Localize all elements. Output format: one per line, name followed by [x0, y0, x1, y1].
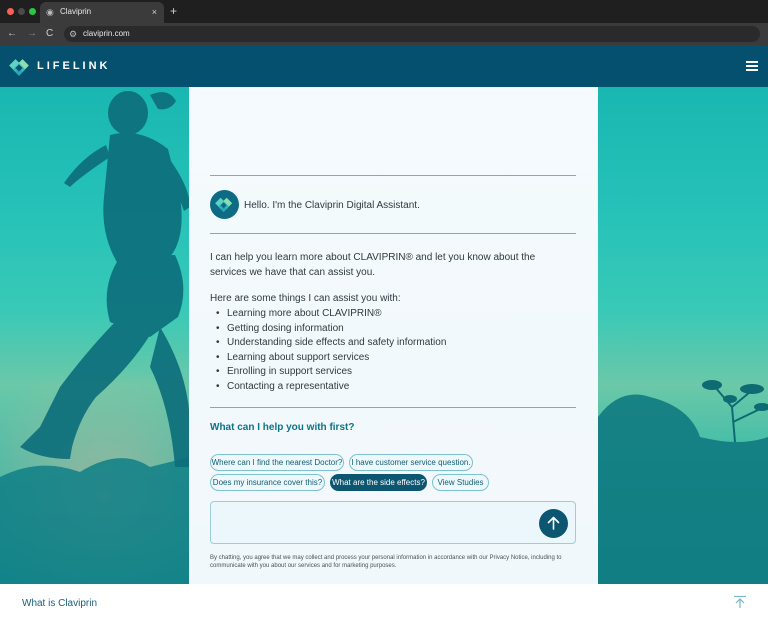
hamburger-menu-icon[interactable]: [746, 61, 758, 71]
privacy-disclaimer: By chatting, you agree that we may colle…: [210, 555, 562, 569]
logo-text[interactable]: LIFELINK: [37, 60, 111, 72]
back-to-top-icon[interactable]: [733, 595, 747, 609]
list-item: Contacting a representative: [216, 380, 446, 395]
list-item: Understanding side effects and safety in…: [216, 336, 446, 351]
site-header: LIFELINK: [0, 45, 768, 87]
lifelink-logo-icon: [215, 197, 233, 213]
browser-toolbar: ← → C ⚙ claviprin.com: [0, 23, 768, 45]
list-item: Getting dosing information: [216, 322, 446, 337]
list-item: Learning about support services: [216, 351, 446, 366]
list-item: Learning more about CLAVIPRIN®: [216, 307, 446, 322]
tab-close-icon[interactable]: ×: [152, 6, 157, 18]
chat-input[interactable]: [210, 501, 576, 544]
site-settings-icon[interactable]: ⚙: [69, 28, 77, 40]
lifelink-logo-icon[interactable]: [9, 56, 31, 78]
send-button[interactable]: [539, 509, 568, 538]
divider: [210, 407, 576, 408]
assistant-avatar: [210, 190, 239, 219]
assistant-intro: I can help you learn more about CLAVIPRI…: [210, 252, 536, 278]
arrow-up-icon: [547, 516, 560, 530]
url-text[interactable]: claviprin.com: [83, 29, 130, 38]
window-close-button[interactable]: [7, 8, 14, 15]
window-minimize-button[interactable]: [18, 8, 25, 15]
forward-arrow-icon[interactable]: →: [27, 27, 37, 41]
browser-tab[interactable]: ◉ Claviprin ×: [40, 2, 164, 23]
divider: [210, 233, 576, 234]
address-bar[interactable]: ⚙ claviprin.com: [64, 26, 760, 42]
window-zoom-button[interactable]: [29, 8, 36, 15]
page-footer: What is Claviprin: [0, 584, 768, 620]
browser-tab-bar: ◉ Claviprin × +: [0, 0, 768, 23]
what-is-claviprin-link[interactable]: What is Claviprin: [22, 598, 97, 609]
new-tab-icon[interactable]: +: [170, 4, 177, 18]
tab-title: Claviprin: [60, 7, 92, 16]
assist-list: Learning more about CLAVIPRIN® Getting d…: [216, 307, 446, 395]
divider: [210, 175, 576, 176]
prompt-question: What can I help you with first?: [210, 422, 355, 433]
reload-icon[interactable]: C: [46, 27, 53, 41]
suggestion-insurance[interactable]: Does my insurance cover this?: [210, 474, 325, 491]
suggestion-customer-service[interactable]: I have customer service question.: [349, 454, 473, 471]
back-arrow-icon[interactable]: ←: [7, 27, 17, 41]
assistant-greeting: Hello. I'm the Claviprin Digital Assista…: [244, 200, 420, 211]
suggestion-side-effects[interactable]: What are the side effects?: [330, 474, 427, 491]
chat-panel: Hello. I'm the Claviprin Digital Assista…: [189, 87, 598, 584]
favicon-icon: ◉: [46, 7, 54, 17]
suggestion-view-studies[interactable]: View Studies: [432, 474, 489, 491]
list-item: Enrolling in support services: [216, 365, 446, 380]
suggestion-nearest-doctor[interactable]: Where can I find the nearest Doctor?: [210, 454, 344, 471]
assist-heading: Here are some things I can assist you wi…: [210, 293, 401, 304]
